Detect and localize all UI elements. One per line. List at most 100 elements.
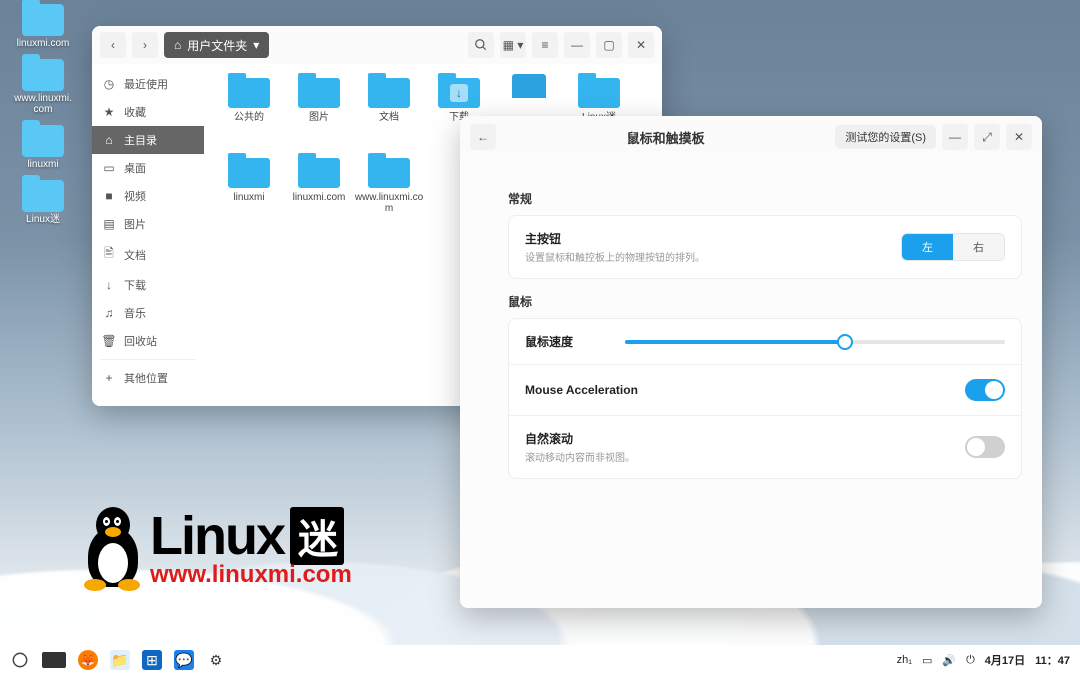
folder-icon xyxy=(228,158,270,188)
display-icon[interactable]: ▭ xyxy=(922,654,932,667)
mouse-accel-row: Mouse Acceleration xyxy=(509,365,1021,416)
natural-scroll-title: 自然滚动 xyxy=(525,430,955,447)
sidebar-item-trash[interactable]: 🗑回收站 xyxy=(92,327,204,355)
segment-right[interactable]: 右 xyxy=(953,234,1004,260)
mouse-accel-title: Mouse Acceleration xyxy=(525,383,955,397)
power-icon[interactable]: ⏻ xyxy=(966,654,975,667)
search-button[interactable] xyxy=(468,32,494,58)
download-folder-icon xyxy=(438,78,480,108)
taskbar: 🦊 📁 ⊞ 💬 ⚙ zh₁ ▭ 🔊 ⏻ 4月17日 11：47 xyxy=(0,645,1080,675)
sidebar-item-music[interactable]: ♫音乐 xyxy=(92,299,204,327)
menu-button[interactable]: ≡ xyxy=(532,32,558,58)
home-icon: ⌂ xyxy=(102,133,116,147)
settings-window: ← 鼠标和触摸板 测试您的设置(S) — ⤢ ✕ 常规 主按钮 设置鼠标和触控板… xyxy=(460,116,1042,608)
settings-body: 常规 主按钮 设置鼠标和触控板上的物理按钮的排列。 左 右 鼠标 鼠标速度 xyxy=(460,158,1042,608)
sidebar-item-starred[interactable]: ★收藏 xyxy=(92,98,204,126)
mouse-speed-row: 鼠标速度 xyxy=(509,319,1021,365)
clock-icon: ◷ xyxy=(102,77,116,91)
folder-icon xyxy=(578,78,620,108)
desktop-folder[interactable]: www.linuxmi.com xyxy=(12,59,74,115)
mouse-accel-toggle[interactable] xyxy=(965,379,1005,401)
minimize-button[interactable]: — xyxy=(942,124,968,150)
desktop-icons: linuxmi.com www.linuxmi.com linuxmi Linu… xyxy=(12,4,74,225)
folder-icon xyxy=(22,4,64,36)
mouse-card: 鼠标速度 Mouse Acceleration 自然滚动 滚动移动内容而非视图。 xyxy=(508,318,1022,479)
slider-thumb[interactable] xyxy=(837,334,853,350)
folder-icon xyxy=(228,78,270,108)
grid-item[interactable]: 公共的 xyxy=(214,74,284,154)
maximize-button[interactable]: ▢ xyxy=(596,32,622,58)
sidebar-item-other[interactable]: +其他位置 xyxy=(92,364,204,392)
settings-icon[interactable]: ⚙ xyxy=(206,650,226,670)
start-button[interactable] xyxy=(10,650,30,670)
star-icon: ★ xyxy=(102,105,116,119)
watermark: Linux迷 www.linuxmi.com xyxy=(78,505,352,589)
sidebar-item-videos[interactable]: ■视频 xyxy=(92,182,204,210)
software-icon[interactable]: ⊞ xyxy=(142,650,162,670)
settings-header: ← 鼠标和触摸板 测试您的设置(S) — ⤢ ✕ xyxy=(460,116,1042,158)
desktop-folder[interactable]: linuxmi xyxy=(12,125,74,170)
grid-item[interactable]: linuxmi xyxy=(214,154,284,234)
view-toggle[interactable]: ▦ ▾ xyxy=(500,32,526,58)
primary-button-title: 主按钮 xyxy=(525,230,891,247)
folder-icon xyxy=(368,158,410,188)
test-settings-button[interactable]: 测试您的设置(S) xyxy=(835,125,936,149)
folder-icon xyxy=(298,78,340,108)
mouse-speed-slider[interactable] xyxy=(625,340,1005,344)
section-heading-general: 常规 xyxy=(508,190,1022,207)
folder-icon xyxy=(22,125,64,157)
desktop-folder[interactable]: linuxmi.com xyxy=(12,4,74,49)
folder-icon xyxy=(22,180,64,212)
close-button[interactable]: ✕ xyxy=(628,32,654,58)
tux-logo xyxy=(78,507,148,587)
sidebar-item-home[interactable]: ⌂主目录 xyxy=(92,126,204,154)
input-method-indicator[interactable]: zh₁ xyxy=(897,654,912,666)
desktop-icon: ▭ xyxy=(102,161,116,175)
chat-icon[interactable]: 💬 xyxy=(174,650,194,670)
files-icon[interactable]: 📁 xyxy=(110,650,130,670)
firefox-icon[interactable]: 🦊 xyxy=(78,650,98,670)
watermark-url: www.linuxmi.com xyxy=(150,561,352,589)
segment-left[interactable]: 左 xyxy=(902,234,953,260)
file-manager-header: ‹ › ⌂ 用户文件夹 ▾ ▦ ▾ ≡ — ▢ ✕ xyxy=(92,26,662,64)
music-icon: ♫ xyxy=(102,306,116,320)
primary-button-row: 主按钮 设置鼠标和触控板上的物理按钮的排列。 左 右 xyxy=(509,216,1021,278)
maximize-button[interactable]: ⤢ xyxy=(974,124,1000,150)
close-button[interactable]: ✕ xyxy=(1006,124,1032,150)
taskbar-time[interactable]: 11：47 xyxy=(1035,652,1070,668)
file-manager-sidebar: ◷最近使用 ★收藏 ⌂主目录 ▭桌面 ■视频 ▤图片 🖹文档 ↓下载 ♫音乐 🗑… xyxy=(92,64,204,406)
video-icon: ■ xyxy=(102,189,116,203)
sidebar-item-desktop[interactable]: ▭桌面 xyxy=(92,154,204,182)
picture-icon: ▤ xyxy=(102,217,116,231)
desktop-folder[interactable]: Linux迷 xyxy=(12,180,74,225)
general-card: 主按钮 设置鼠标和触控板上的物理按钮的排列。 左 右 xyxy=(508,215,1022,279)
folder-icon xyxy=(368,78,410,108)
sidebar-item-recent[interactable]: ◷最近使用 xyxy=(92,70,204,98)
section-heading-mouse: 鼠标 xyxy=(508,293,1022,310)
path-bar[interactable]: ⌂ 用户文件夹 ▾ xyxy=(164,32,269,58)
volume-icon[interactable]: 🔊 xyxy=(942,654,956,667)
taskbar-date[interactable]: 4月17日 xyxy=(985,652,1025,668)
natural-scroll-toggle[interactable] xyxy=(965,436,1005,458)
primary-button-subtitle: 设置鼠标和触控板上的物理按钮的排列。 xyxy=(525,249,891,264)
document-icon: 🖹 xyxy=(102,244,116,265)
primary-button-segment: 左 右 xyxy=(901,233,1005,261)
grid-item[interactable]: linuxmi.com xyxy=(284,154,354,234)
grid-item[interactable]: www.linuxmi.com xyxy=(354,154,424,234)
natural-scroll-row: 自然滚动 滚动移动内容而非视图。 xyxy=(509,416,1021,478)
minimize-button[interactable]: — xyxy=(564,32,590,58)
chevron-down-icon: ▾ xyxy=(253,38,259,52)
sidebar-item-documents[interactable]: 🖹文档 xyxy=(92,238,204,271)
grid-item[interactable]: 图片 xyxy=(284,74,354,154)
grid-item[interactable]: 文档 xyxy=(354,74,424,154)
forward-button[interactable]: › xyxy=(132,32,158,58)
sidebar-item-downloads[interactable]: ↓下载 xyxy=(92,271,204,299)
watermark-brand: Linux迷 xyxy=(150,505,352,567)
natural-scroll-subtitle: 滚动移动内容而非视图。 xyxy=(525,449,955,464)
back-button[interactable]: ← xyxy=(470,124,496,150)
workspace-switcher[interactable] xyxy=(42,652,66,668)
folder-icon xyxy=(22,59,64,91)
back-button[interactable]: ‹ xyxy=(100,32,126,58)
plus-icon: + xyxy=(102,371,116,385)
sidebar-item-pictures[interactable]: ▤图片 xyxy=(92,210,204,238)
